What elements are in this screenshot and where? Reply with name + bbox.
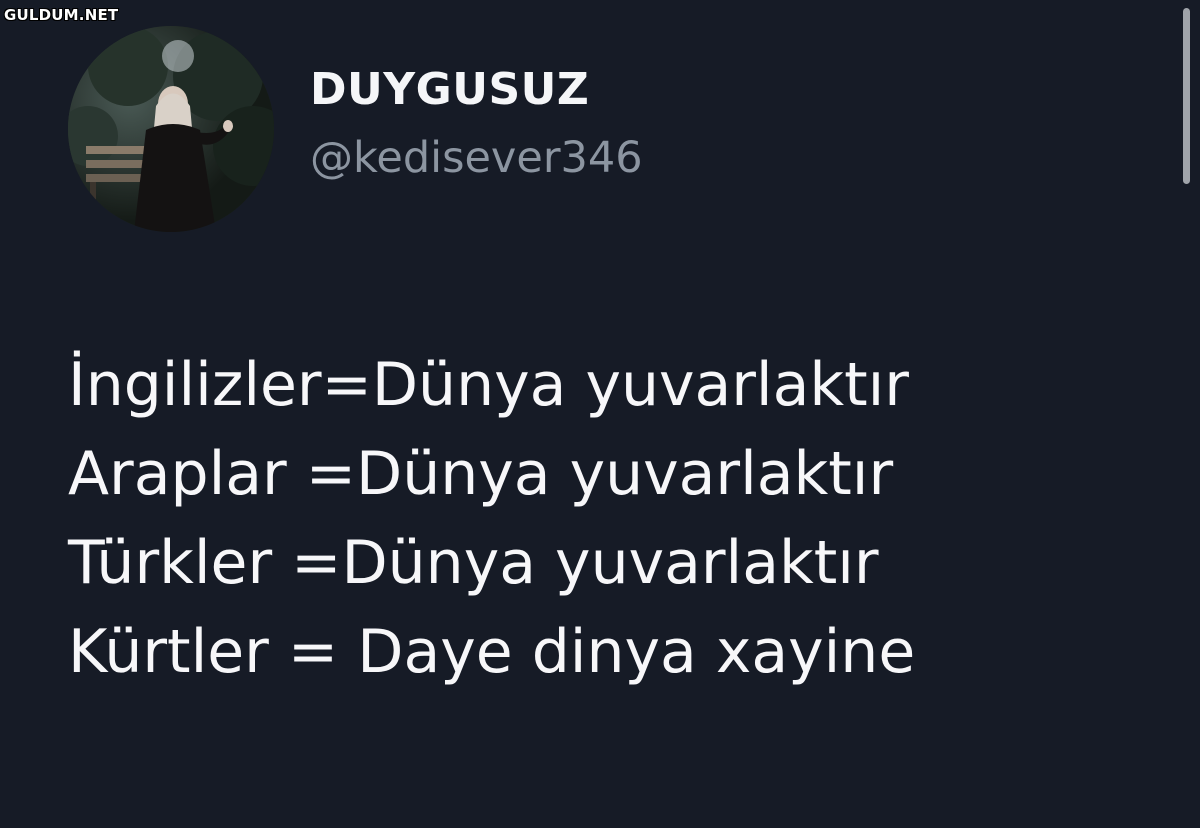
watermark: GULDUM.NET: [4, 6, 119, 24]
scrollbar[interactable]: [1183, 8, 1190, 184]
tweet-line: Kürtler = Daye dinya xayine: [68, 617, 916, 687]
tweet-screen: GULDUM.NET DUYGUSUZ @kedisever346 İngili…: [0, 0, 1200, 828]
avatar[interactable]: [68, 26, 274, 232]
display-name[interactable]: DUYGUSUZ: [310, 64, 589, 115]
tweet-text: İngilizler=Dünya yuvarlaktır Araplar =Dü…: [68, 350, 1168, 714]
profile-photo-icon: [68, 26, 274, 232]
user-handle[interactable]: @kedisever346: [310, 133, 643, 183]
